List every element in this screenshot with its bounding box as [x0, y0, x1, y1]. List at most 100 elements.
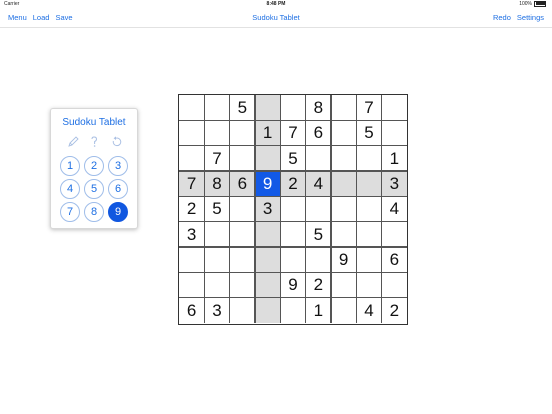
sudoku-cell-r7-c7[interactable]: 9	[331, 247, 356, 272]
sudoku-cell-r9-c4[interactable]	[255, 297, 281, 323]
load-button[interactable]: Load	[33, 13, 50, 22]
sudoku-cell-r4-c8[interactable]	[356, 171, 382, 197]
sudoku-cell-r1-c7[interactable]	[331, 95, 356, 120]
sudoku-cell-r9-c2[interactable]: 3	[204, 298, 229, 323]
sudoku-cell-r5-c1[interactable]: 2	[179, 196, 204, 221]
sudoku-cell-r6-c8[interactable]	[356, 222, 381, 247]
sudoku-cell-r6-c6[interactable]: 5	[306, 222, 331, 247]
sudoku-cell-r6-c5[interactable]	[280, 222, 305, 247]
sudoku-cell-r5-c2[interactable]: 5	[204, 196, 229, 221]
sudoku-cell-r9-c1[interactable]: 6	[179, 298, 204, 323]
number-button-5[interactable]: 5	[84, 179, 104, 199]
sudoku-cell-r3-c5[interactable]: 5	[280, 146, 305, 171]
sudoku-cell-r4-c9[interactable]: 3	[381, 171, 407, 197]
save-button[interactable]: Save	[55, 13, 72, 22]
sudoku-cell-r8-c4[interactable]	[255, 272, 281, 298]
sudoku-cell-r2-c6[interactable]: 6	[306, 120, 331, 145]
sudoku-cell-r2-c5[interactable]: 7	[280, 120, 305, 145]
number-button-4[interactable]: 4	[60, 179, 80, 199]
sudoku-cell-r3-c7[interactable]	[331, 146, 356, 171]
sudoku-cell-r7-c5[interactable]	[280, 247, 305, 272]
sudoku-cell-r8-c3[interactable]	[230, 272, 255, 297]
sudoku-cell-r3-c3[interactable]	[230, 146, 255, 171]
sudoku-cell-r7-c1[interactable]	[179, 247, 204, 272]
sudoku-cell-r5-c3[interactable]	[230, 196, 255, 221]
sudoku-cell-r3-c2[interactable]: 7	[204, 146, 229, 171]
sudoku-cell-r8-c5[interactable]: 9	[280, 272, 305, 297]
sudoku-cell-r7-c3[interactable]	[230, 247, 255, 272]
pencil-icon[interactable]	[66, 135, 80, 149]
sudoku-cell-r5-c6[interactable]	[306, 196, 331, 221]
battery-icon	[534, 0, 546, 7]
sudoku-cell-r6-c1[interactable]: 3	[179, 222, 204, 247]
sudoku-cell-r4-c4[interactable]: 9	[255, 171, 281, 197]
number-button-1[interactable]: 1	[60, 156, 80, 176]
number-button-3[interactable]: 3	[108, 156, 128, 176]
sudoku-cell-r7-c6[interactable]	[306, 247, 331, 272]
sudoku-cell-r1-c9[interactable]	[382, 95, 407, 120]
sudoku-cell-r3-c1[interactable]	[179, 146, 204, 171]
sudoku-cell-r6-c7[interactable]	[331, 222, 356, 247]
sudoku-cell-r8-c2[interactable]	[204, 272, 229, 297]
sudoku-cell-r3-c8[interactable]	[356, 146, 381, 171]
sudoku-cell-r4-c5[interactable]: 2	[280, 171, 306, 197]
sudoku-cell-r5-c7[interactable]	[331, 196, 356, 221]
sudoku-cell-r7-c4[interactable]	[255, 247, 281, 273]
sudoku-cell-r1-c5[interactable]	[280, 95, 305, 120]
sudoku-cell-r8-c1[interactable]	[179, 272, 204, 297]
sudoku-cell-r9-c5[interactable]	[280, 298, 305, 323]
sudoku-cell-r8-c8[interactable]	[356, 272, 381, 297]
sudoku-cell-r2-c2[interactable]	[204, 120, 229, 145]
number-button-8[interactable]: 8	[84, 202, 104, 222]
sudoku-cell-r8-c6[interactable]: 2	[306, 272, 331, 297]
redo-button[interactable]: Redo	[493, 13, 511, 22]
sudoku-cell-r9-c6[interactable]: 1	[306, 298, 331, 323]
settings-button[interactable]: Settings	[517, 13, 544, 22]
sudoku-cell-r3-c9[interactable]: 1	[382, 146, 407, 171]
sudoku-cell-r9-c7[interactable]	[331, 298, 356, 323]
sudoku-cell-r1-c2[interactable]	[204, 95, 229, 120]
sudoku-cell-r9-c9[interactable]: 2	[382, 298, 407, 323]
sudoku-cell-r7-c2[interactable]	[204, 247, 229, 272]
sudoku-cell-r5-c4[interactable]: 3	[255, 196, 281, 222]
sudoku-cell-r2-c8[interactable]: 5	[356, 120, 381, 145]
sudoku-cell-r4-c2[interactable]: 8	[204, 171, 230, 197]
sudoku-cell-r9-c3[interactable]	[230, 298, 255, 323]
sudoku-cell-r1-c4[interactable]	[255, 95, 281, 121]
sudoku-cell-r4-c7[interactable]	[331, 171, 357, 197]
sudoku-cell-r7-c8[interactable]	[356, 247, 381, 272]
sudoku-cell-r4-c3[interactable]: 6	[229, 171, 255, 197]
sudoku-cell-r6-c3[interactable]	[230, 222, 255, 247]
sudoku-cell-r5-c8[interactable]	[356, 196, 381, 221]
sudoku-cell-r4-c1[interactable]: 7	[179, 171, 205, 197]
sudoku-cell-r1-c3[interactable]: 5	[230, 95, 255, 120]
sudoku-cell-r2-c7[interactable]	[331, 120, 356, 145]
undo-icon[interactable]	[109, 135, 123, 149]
sudoku-cell-r6-c2[interactable]	[204, 222, 229, 247]
number-button-2[interactable]: 2	[84, 156, 104, 176]
sudoku-cell-r8-c9[interactable]	[382, 272, 407, 297]
sudoku-cell-r9-c8[interactable]: 4	[356, 298, 381, 323]
sudoku-cell-r2-c3[interactable]	[230, 120, 255, 145]
sudoku-cell-r2-c9[interactable]	[382, 120, 407, 145]
sudoku-cell-r7-c9[interactable]: 6	[382, 247, 407, 272]
sudoku-cell-r5-c5[interactable]	[280, 196, 305, 221]
sudoku-cell-r1-c1[interactable]	[179, 95, 204, 120]
sudoku-cell-r4-c6[interactable]: 4	[305, 171, 331, 197]
sudoku-cell-r2-c1[interactable]	[179, 120, 204, 145]
sudoku-cell-r3-c6[interactable]	[306, 146, 331, 171]
sudoku-cell-r1-c8[interactable]: 7	[356, 95, 381, 120]
menu-button[interactable]: Menu	[8, 13, 27, 22]
sudoku-cell-r2-c4[interactable]: 1	[255, 120, 281, 146]
nav-right-group: Redo Settings	[493, 9, 550, 27]
number-button-6[interactable]: 6	[108, 179, 128, 199]
number-button-7[interactable]: 7	[60, 202, 80, 222]
number-button-9[interactable]: 9	[108, 202, 128, 222]
sudoku-cell-r6-c4[interactable]	[255, 221, 281, 247]
sudoku-cell-r3-c4[interactable]	[255, 145, 281, 171]
sudoku-cell-r6-c9[interactable]	[382, 222, 407, 247]
sudoku-cell-r8-c7[interactable]	[331, 272, 356, 297]
sudoku-cell-r1-c6[interactable]: 8	[306, 95, 331, 120]
sudoku-cell-r5-c9[interactable]: 4	[382, 196, 407, 221]
hint-icon[interactable]	[87, 135, 101, 149]
